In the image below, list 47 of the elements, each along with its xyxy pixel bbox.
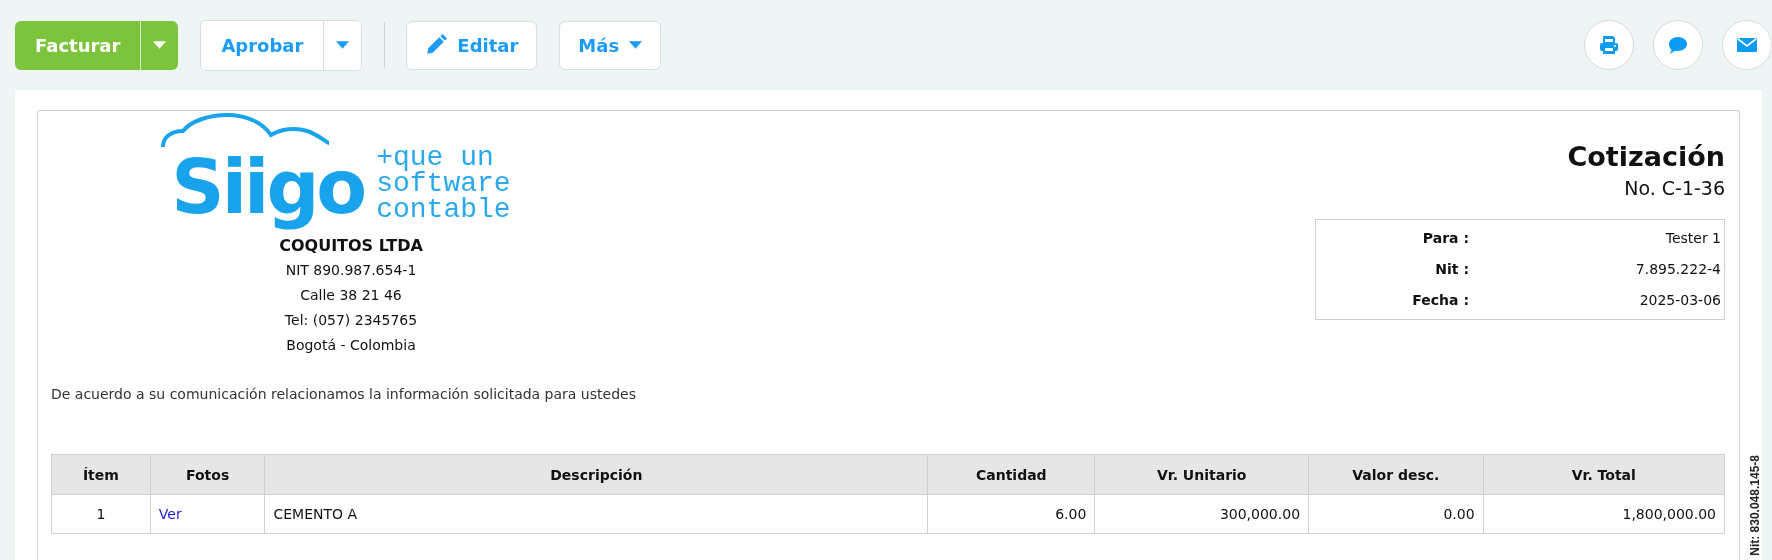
column-header: Vr. Unitario bbox=[1094, 454, 1309, 495]
logo-tagline: +que un bbox=[376, 145, 494, 171]
caret-icon bbox=[629, 41, 643, 49]
pencil-icon bbox=[425, 34, 448, 56]
table-cell: 6.00 bbox=[927, 494, 1095, 534]
logo-wordmark: Siigo bbox=[171, 143, 366, 233]
detail-value: 2025-03-06 bbox=[1638, 291, 1721, 310]
invoice-button[interactable]: Facturar bbox=[15, 20, 141, 70]
column-header: Ítem bbox=[51, 454, 151, 495]
column-header: Valor desc. bbox=[1308, 454, 1484, 495]
table-cell: 300,000.00 bbox=[1094, 494, 1309, 534]
table-cell: CEMENTO A bbox=[264, 494, 928, 534]
logo-tagline: software bbox=[376, 170, 511, 197]
edit-button[interactable]: Editar bbox=[406, 20, 538, 70]
side-note: Nit: 830.048.145-8 bbox=[1748, 455, 1762, 556]
table-cell: 1,800,000.00 bbox=[1483, 494, 1725, 534]
company-detail: NIT 890.987.654-1 bbox=[285, 261, 417, 281]
speech-bubble-icon bbox=[1667, 34, 1689, 56]
company-name: COQUITOS LTDA bbox=[279, 235, 423, 258]
company-detail: Calle 38 21 46 bbox=[300, 286, 402, 306]
company-detail: Tel: (057) 2345765 bbox=[284, 311, 418, 331]
column-header: Fotos bbox=[150, 454, 265, 495]
table-cell: 1 bbox=[51, 494, 151, 534]
more-button[interactable]: Más bbox=[559, 20, 662, 70]
document-title: Cotización bbox=[1567, 141, 1725, 172]
mail-button[interactable] bbox=[1722, 20, 1772, 70]
detail-label: Fecha : bbox=[1411, 291, 1469, 310]
document-number: No. C-1-36 bbox=[1624, 177, 1725, 199]
caret-icon bbox=[336, 41, 350, 49]
company-detail: Bogotá - Colombia bbox=[286, 336, 416, 356]
dropdown-button[interactable] bbox=[323, 20, 362, 70]
column-header: Cantidad bbox=[927, 454, 1095, 495]
logo-tagline: contable bbox=[376, 196, 511, 223]
detail-label: Para : bbox=[1421, 229, 1469, 248]
intro-text: De acuerdo a su comunicación relacionamos la información solicitada para ustedes bbox=[51, 386, 637, 403]
print-button[interactable] bbox=[1584, 20, 1634, 70]
column-header: Vr. Total bbox=[1483, 454, 1725, 495]
detail-value: 7.895.222-4 bbox=[1634, 260, 1721, 279]
detail-value: Tester 1 bbox=[1664, 229, 1721, 248]
view-link[interactable]: Ver bbox=[158, 506, 182, 523]
caret-icon bbox=[153, 41, 167, 49]
detail-label: Nit : bbox=[1434, 260, 1469, 279]
comment-button[interactable] bbox=[1653, 20, 1703, 70]
table-cell: 0.00 bbox=[1308, 494, 1484, 534]
dropdown-button[interactable] bbox=[140, 20, 179, 70]
column-header: Descripción bbox=[264, 454, 928, 495]
printer-icon bbox=[1598, 34, 1620, 56]
